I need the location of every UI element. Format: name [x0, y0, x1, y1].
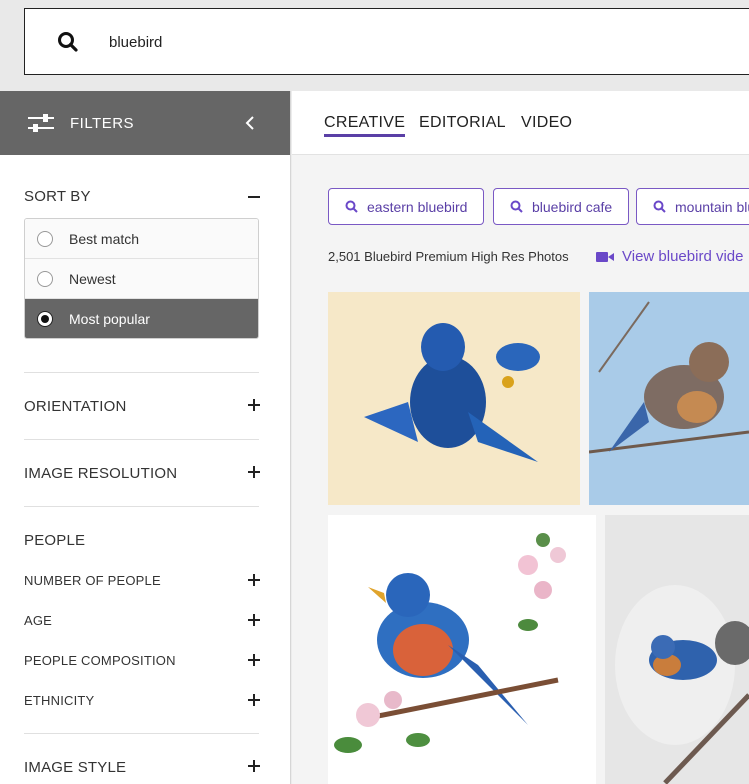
sort-option-label: Newest [69, 270, 116, 287]
chip-label: mountain blu [675, 198, 749, 215]
view-videos-label: View bluebird vide [622, 248, 744, 265]
section-label: IMAGE STYLE [24, 759, 127, 776]
search-icon [510, 200, 523, 213]
sort-options: Best match Newest Most popular [24, 218, 259, 339]
filter-ethnicity[interactable]: ETHNICITY [24, 693, 260, 708]
bluebird-photo [605, 515, 749, 784]
filter-number-of-people[interactable]: NUMBER OF PEOPLE [24, 573, 260, 588]
sort-by-label: SORT BY [24, 188, 91, 205]
result-image[interactable] [589, 292, 749, 505]
people-heading: PEOPLE [24, 532, 260, 549]
filters-label: FILTERS [70, 114, 135, 132]
tab-creative[interactable]: CREATIVE [324, 114, 406, 137]
tab-video[interactable]: VIDEO [521, 114, 572, 132]
subsection-label: ETHNICITY [24, 693, 95, 708]
filter-orientation[interactable]: ORIENTATION [24, 398, 260, 415]
expand-plus-icon[interactable] [248, 760, 260, 772]
search-icon[interactable] [57, 31, 79, 53]
expand-plus-icon[interactable] [248, 574, 260, 586]
divider [24, 506, 259, 507]
expand-plus-icon[interactable] [248, 614, 260, 626]
subsection-label: AGE [24, 613, 53, 628]
search-input[interactable] [109, 29, 609, 55]
sort-option-newest[interactable]: Newest [25, 259, 258, 299]
sort-option-label: Best match [69, 230, 140, 247]
filter-image-resolution[interactable]: IMAGE RESOLUTION [24, 465, 260, 482]
content-tabs: CREATIVE EDITORIAL VIDEO [292, 91, 749, 155]
view-videos-link[interactable]: View bluebird vide [596, 248, 743, 265]
sort-option-label: Most popular [69, 311, 150, 327]
filters-sidebar: FILTERS SORT BY Best match Newest Most p… [0, 91, 291, 784]
tab-editorial[interactable]: EDITORIAL [419, 114, 506, 132]
subsection-label: NUMBER OF PEOPLE [24, 573, 161, 588]
result-image[interactable] [328, 515, 596, 784]
expand-plus-icon[interactable] [248, 399, 260, 411]
sort-by-heading[interactable]: SORT BY [24, 188, 260, 205]
expand-plus-icon[interactable] [248, 654, 260, 666]
expand-plus-icon[interactable] [248, 466, 260, 478]
result-count: 2,501 Bluebird Premium High Res Photos [328, 249, 569, 264]
filter-age[interactable]: AGE [24, 613, 260, 628]
search-bar-area [0, 0, 749, 91]
video-camera-icon [596, 251, 614, 262]
radio-button[interactable] [37, 230, 53, 247]
related-search-chip[interactable]: eastern bluebird [328, 188, 485, 225]
filter-people-composition[interactable]: PEOPLE COMPOSITION [24, 653, 260, 668]
section-label: PEOPLE [24, 532, 86, 549]
related-search-chip[interactable]: mountain blu [636, 188, 749, 225]
chevron-left-icon[interactable] [244, 114, 256, 132]
divider [24, 733, 259, 734]
result-image[interactable] [605, 515, 749, 784]
divider [24, 439, 259, 440]
radio-button[interactable] [37, 270, 53, 287]
sort-option-best-match[interactable]: Best match [25, 219, 258, 259]
sort-option-most-popular[interactable]: Most popular [25, 299, 258, 338]
search-icon [653, 200, 666, 213]
bluebird-illustration [328, 515, 596, 784]
chip-label: bluebird cafe [532, 198, 613, 215]
collapse-minus-icon[interactable] [248, 196, 260, 198]
bluebird-photo [328, 292, 580, 505]
filter-sliders-icon [28, 114, 54, 132]
search-box[interactable] [24, 8, 749, 75]
subsection-label: PEOPLE COMPOSITION [24, 653, 176, 668]
divider [24, 372, 259, 373]
chip-label: eastern bluebird [367, 198, 468, 215]
section-label: ORIENTATION [24, 398, 127, 415]
bluebird-photo [589, 292, 749, 505]
related-search-chip[interactable]: bluebird cafe [493, 188, 630, 225]
expand-plus-icon[interactable] [248, 694, 260, 706]
search-icon [345, 200, 358, 213]
section-label: IMAGE RESOLUTION [24, 465, 178, 482]
results-area: CREATIVE EDITORIAL VIDEO eastern bluebir… [292, 91, 749, 784]
result-image[interactable] [328, 292, 580, 505]
radio-button-checked[interactable] [37, 311, 53, 327]
filters-header[interactable]: FILTERS [0, 91, 290, 155]
filter-image-style[interactable]: IMAGE STYLE [24, 759, 260, 776]
